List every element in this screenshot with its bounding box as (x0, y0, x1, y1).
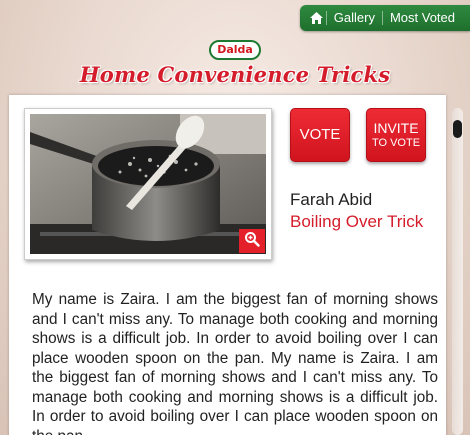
trick-title: Boiling Over Trick (290, 212, 424, 231)
entry-story-text: My name is Zaira. I am the biggest fan o… (32, 291, 438, 435)
entry-photo-frame (24, 108, 272, 260)
scrollbar-track[interactable] (452, 108, 463, 435)
invite-to-vote-button[interactable]: INVITE TO VOTE (366, 108, 426, 162)
entry-photo[interactable] (30, 114, 266, 254)
to-vote-label: TO VOTE (371, 137, 421, 149)
invite-label: INVITE (373, 120, 419, 136)
dalda-logo[interactable]: Dalda (209, 40, 261, 60)
zoom-button[interactable] (239, 229, 265, 253)
nav-most-voted-link[interactable]: Most Voted (383, 5, 462, 31)
site-title: Home Convenience Tricks (79, 62, 391, 87)
top-nav: Gallery Most Voted (299, 5, 470, 31)
vote-button[interactable]: VOTE (290, 108, 350, 162)
home-icon[interactable] (308, 10, 326, 26)
author-name: Farah Abid (290, 190, 373, 209)
scrollbar-thumb[interactable] (453, 120, 462, 138)
header-logo-area: Dalda Home Convenience Tricks (0, 40, 470, 87)
nav-gallery-link[interactable]: Gallery (327, 5, 382, 31)
zoom-icon (244, 231, 260, 252)
